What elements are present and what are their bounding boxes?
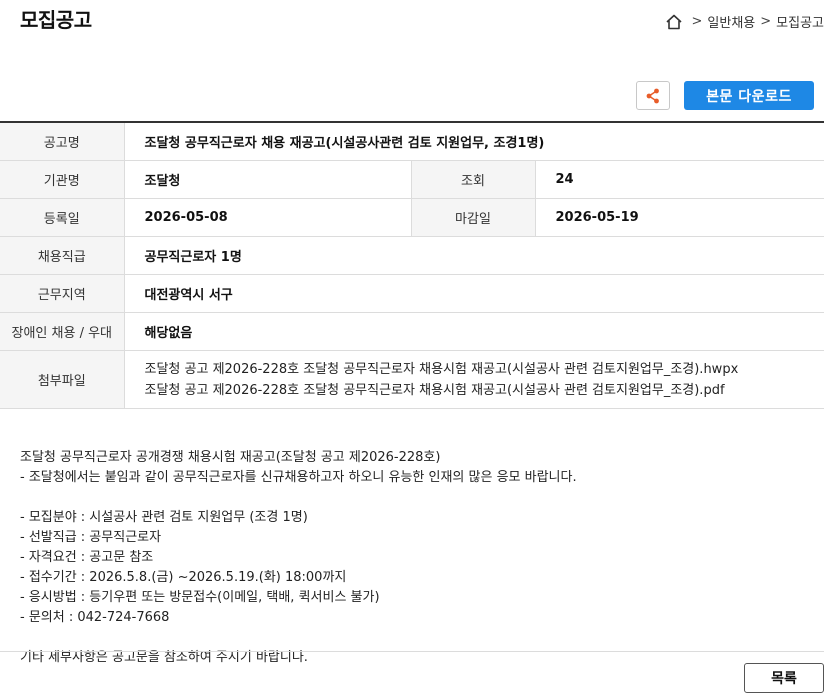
table-row: 공고명 조달청 공무직근로자 채용 재공고(시설공사관련 검토 지원업무, 조경… <box>0 122 824 161</box>
notice-body: 조달청 공무직근로자 공개경쟁 채용시험 재공고(조달청 공고 제2026-22… <box>20 428 577 688</box>
body-line <box>20 488 577 508</box>
page-title: 모집공고 <box>20 8 92 32</box>
breadcrumb-separator: > <box>760 14 772 29</box>
value-agency: 조달청 <box>124 160 412 199</box>
body-line: - 접수기간 : 2026.5.8.(금) ~2026.5.19.(화) 18:… <box>20 570 347 585</box>
value-views: 24 <box>535 160 824 199</box>
divider <box>0 651 824 652</box>
list-button[interactable]: 목록 <box>744 663 824 693</box>
label-attachments: 첨부파일 <box>0 350 125 409</box>
body-line: - 조달청에서는 붙임과 같이 공무직근로자를 신규채용하고자 하오니 유능한 … <box>20 470 577 485</box>
home-icon[interactable] <box>665 13 683 31</box>
table-row: 근무지역 대전광역시 서구 <box>0 274 824 313</box>
value-deadline: 2026-05-19 <box>535 198 824 237</box>
value-registered: 2026-05-08 <box>124 198 412 237</box>
table-row: 등록일 2026-05-08 마감일 2026-05-19 <box>0 198 824 237</box>
label-position: 채용직급 <box>0 236 125 275</box>
label-deadline: 마감일 <box>411 198 536 237</box>
table-row: 기관명 조달청 조회 24 <box>0 160 824 199</box>
table-row: 장애인 채용 / 우대 해당없음 <box>0 312 824 351</box>
body-line: - 응시방법 : 등기우편 또는 방문접수(이메일, 택배, 퀵서비스 불가) <box>20 590 380 605</box>
label-title: 공고명 <box>0 122 125 161</box>
breadcrumb-item-general-hiring[interactable]: 일반채용 <box>707 12 755 31</box>
table-row: 채용직급 공무직근로자 1명 <box>0 236 824 275</box>
label-agency: 기관명 <box>0 160 125 199</box>
body-line: 조달청 공무직근로자 공개경쟁 채용시험 재공고(조달청 공고 제2026-22… <box>20 450 441 465</box>
attachment-list: 조달청 공고 제2026-228호 조달청 공무직근로자 채용시험 재공고(시설… <box>124 350 824 409</box>
body-line <box>20 628 577 648</box>
body-line: - 문의처 : 042-724-7668 <box>20 610 170 625</box>
body-line: - 선발직급 : 공무직근로자 <box>20 530 162 545</box>
label-disability: 장애인 채용 / 우대 <box>0 312 125 351</box>
breadcrumb-separator: > <box>691 14 703 29</box>
table-row: 첨부파일 조달청 공고 제2026-228호 조달청 공무직근로자 채용시험 재… <box>0 350 824 409</box>
share-button[interactable] <box>636 81 670 110</box>
value-disability: 해당없음 <box>124 312 824 351</box>
download-body-button[interactable]: 본문 다운로드 <box>684 81 814 110</box>
info-table: 공고명 조달청 공무직근로자 채용 재공고(시설공사관련 검토 지원업무, 조경… <box>0 121 824 409</box>
attachment-link-pdf[interactable]: 조달청 공고 제2026-228호 조달청 공무직근로자 채용시험 재공고(시설… <box>145 380 824 401</box>
value-title: 조달청 공무직근로자 채용 재공고(시설공사관련 검토 지원업무, 조경1명) <box>124 122 824 161</box>
body-line: - 자격요건 : 공고문 참조 <box>20 550 154 565</box>
value-location: 대전광역시 서구 <box>124 274 824 313</box>
share-icon <box>646 88 659 103</box>
label-registered: 등록일 <box>0 198 125 237</box>
breadcrumb-item-recruitment[interactable]: 모집공고 <box>776 12 824 31</box>
value-position: 공무직근로자 1명 <box>124 236 824 275</box>
body-line: - 모집분야 : 시설공사 관련 검토 지원업무 (조경 1명) <box>20 510 308 525</box>
breadcrumb: > 일반채용 > 모집공고 <box>665 12 824 31</box>
label-views: 조회 <box>411 160 536 199</box>
label-location: 근무지역 <box>0 274 125 313</box>
attachment-link-hwpx[interactable]: 조달청 공고 제2026-228호 조달청 공무직근로자 채용시험 재공고(시설… <box>145 359 824 380</box>
